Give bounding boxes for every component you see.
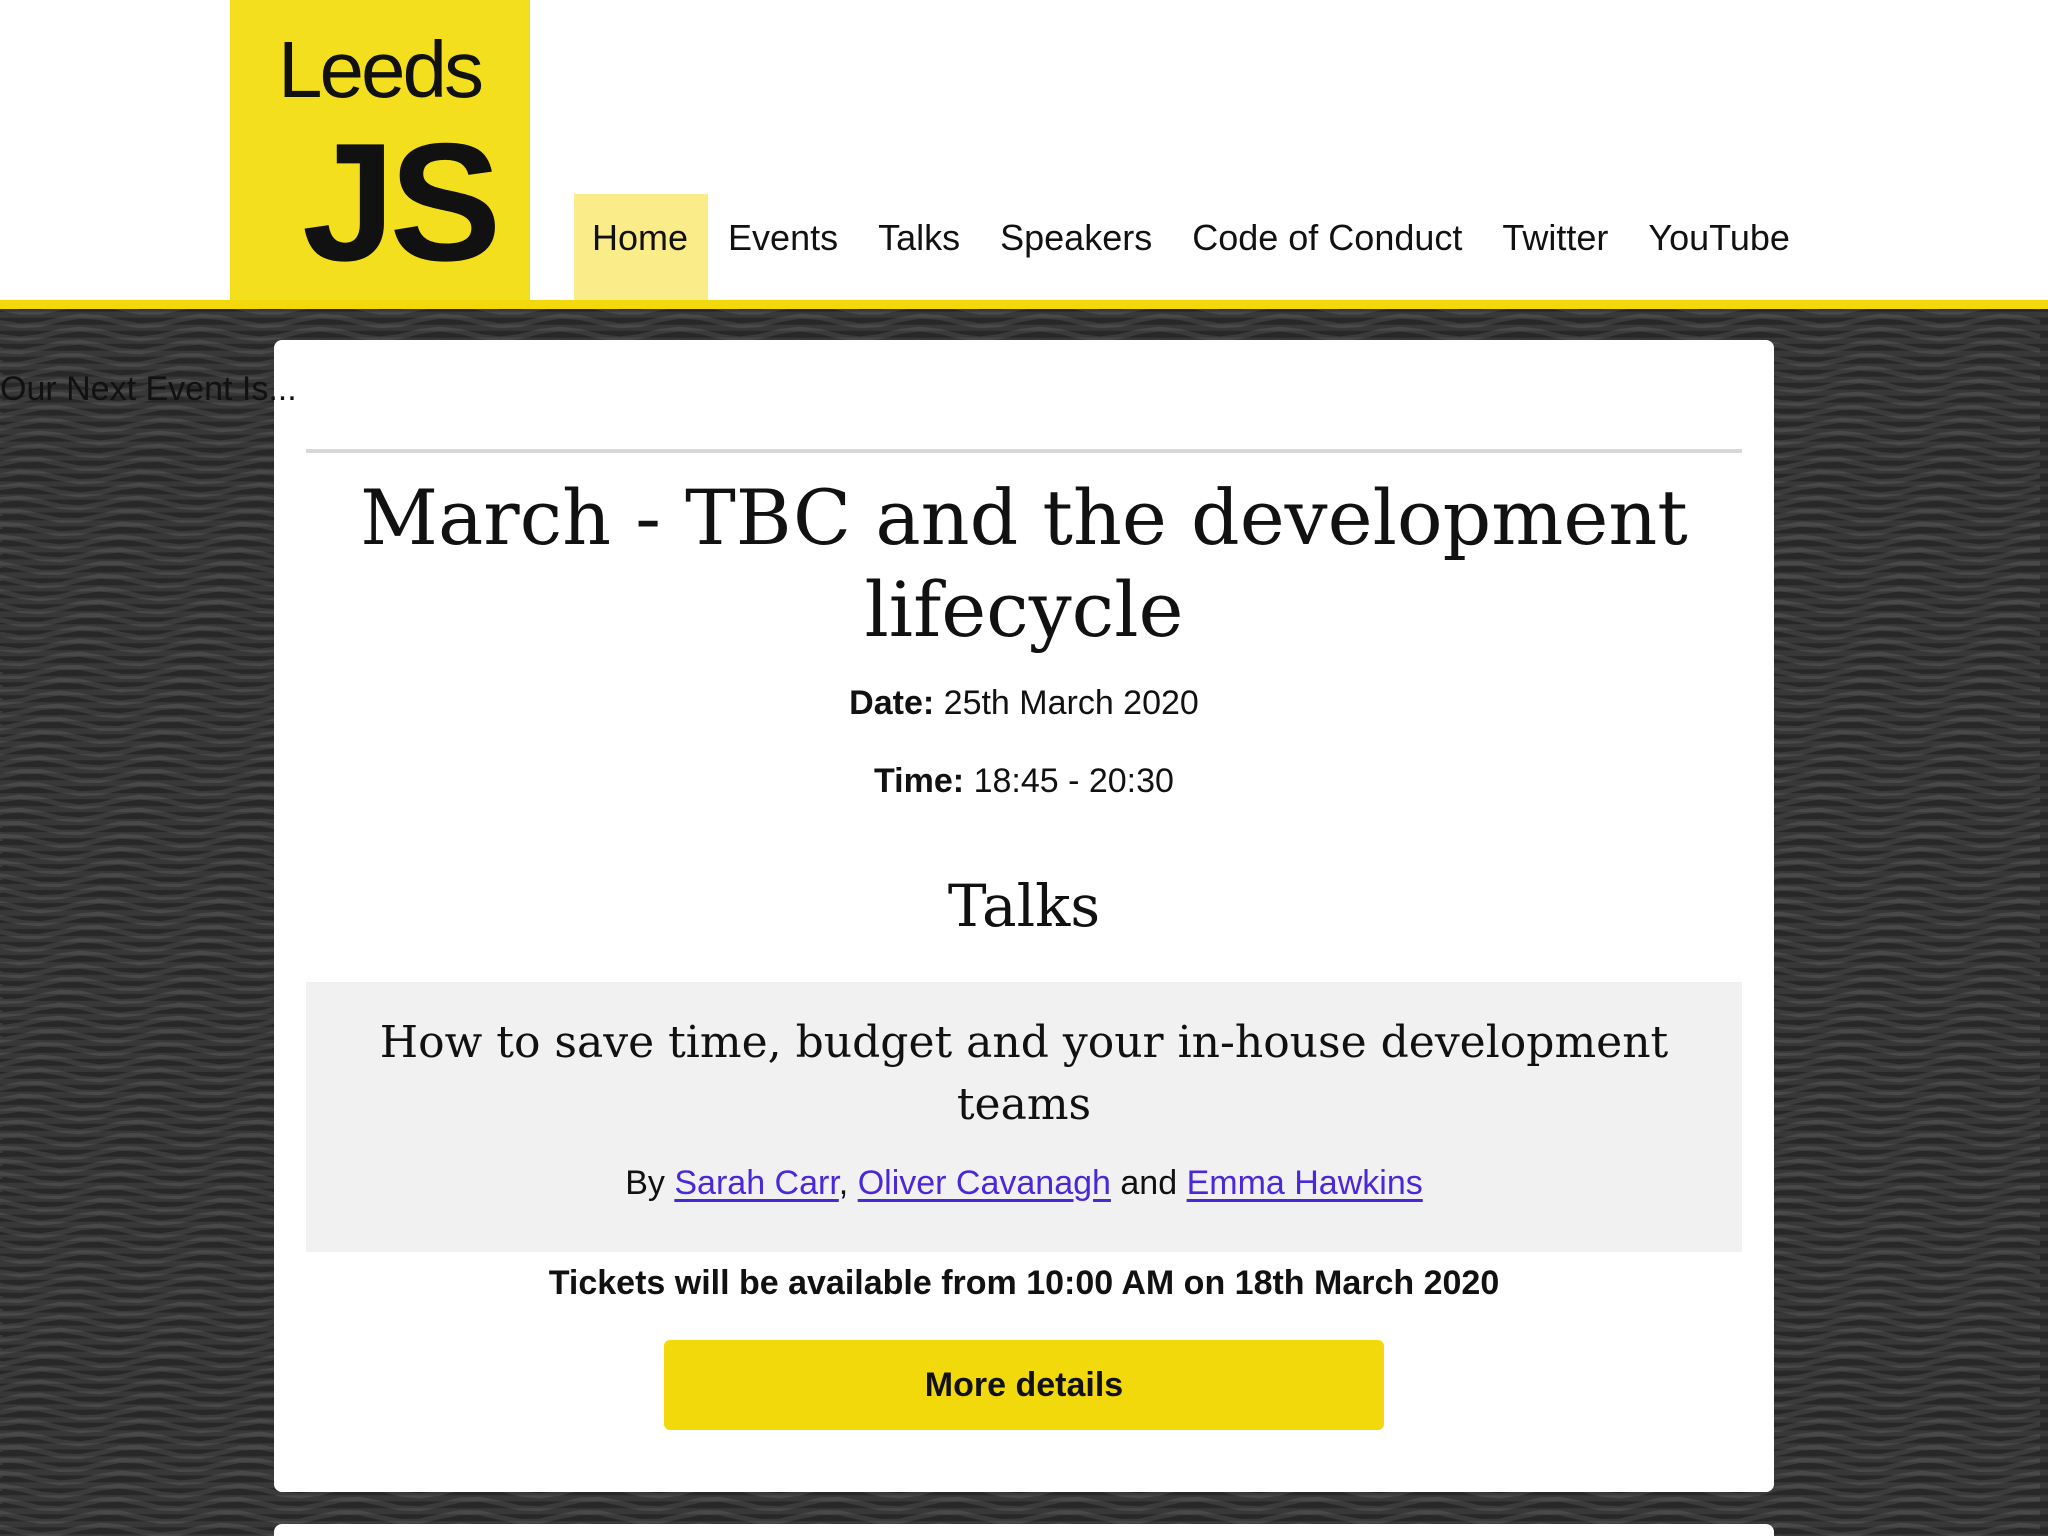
talk-speakers: By Sarah Carr, Oliver Cavanagh and Emma … bbox=[306, 1164, 1742, 1203]
site-header: Leeds JS Home Events Talks Speakers Code… bbox=[0, 0, 2048, 309]
speaker-separator: , bbox=[838, 1164, 849, 1202]
date-label: Date: bbox=[849, 684, 935, 722]
nav-item-twitter[interactable]: Twitter bbox=[1482, 194, 1628, 300]
nav-item-code-of-conduct[interactable]: Code of Conduct bbox=[1172, 194, 1482, 300]
nav-item-home[interactable]: Home bbox=[574, 194, 709, 300]
divider bbox=[306, 449, 1742, 453]
event-time: Time: 18:45 - 20:30 bbox=[0, 762, 2048, 801]
time-value: 18:45 - 20:30 bbox=[973, 762, 1174, 800]
talk-card: How to save time, budget and your in-hou… bbox=[306, 982, 1742, 1252]
speaker-link-sarah-carr[interactable]: Sarah Carr bbox=[674, 1164, 838, 1202]
talk-title: How to save time, budget and your in-hou… bbox=[379, 1017, 1669, 1130]
talks-heading: Talks bbox=[947, 872, 1101, 940]
nav-item-events[interactable]: Events bbox=[708, 194, 858, 300]
logo-text-leeds: Leeds bbox=[278, 25, 484, 114]
speaker-link-emma-hawkins[interactable]: Emma Hawkins bbox=[1187, 1164, 1423, 1202]
nav-item-talks[interactable]: Talks bbox=[858, 194, 980, 300]
nav-item-speakers[interactable]: Speakers bbox=[980, 194, 1172, 300]
speaker-and: and bbox=[1120, 1164, 1178, 1202]
leedsjs-logo[interactable]: Leeds JS bbox=[230, 0, 530, 300]
time-label: Time: bbox=[874, 762, 965, 800]
date-value: 25th March 2020 bbox=[943, 684, 1199, 722]
tickets-availability: Tickets will be available from 10:00 AM … bbox=[548, 1264, 1500, 1302]
event-date: Date: 25th March 2020 bbox=[0, 684, 2048, 723]
logo-text-js: JS bbox=[302, 108, 501, 296]
event-title: March - TBC and the development lifecycl… bbox=[360, 473, 1688, 654]
speaker-link-oliver-cavanagh[interactable]: Oliver Cavanagh bbox=[858, 1164, 1111, 1202]
main-nav: Home Events Talks Speakers Code of Condu… bbox=[574, 194, 1810, 300]
by-prefix: By bbox=[625, 1164, 665, 1202]
more-details-button[interactable]: More details bbox=[664, 1340, 1384, 1430]
nav-item-youtube[interactable]: YouTube bbox=[1628, 194, 1809, 300]
next-card-edge bbox=[274, 1524, 1774, 1536]
next-event-label: Our Next Event Is... bbox=[0, 370, 297, 408]
